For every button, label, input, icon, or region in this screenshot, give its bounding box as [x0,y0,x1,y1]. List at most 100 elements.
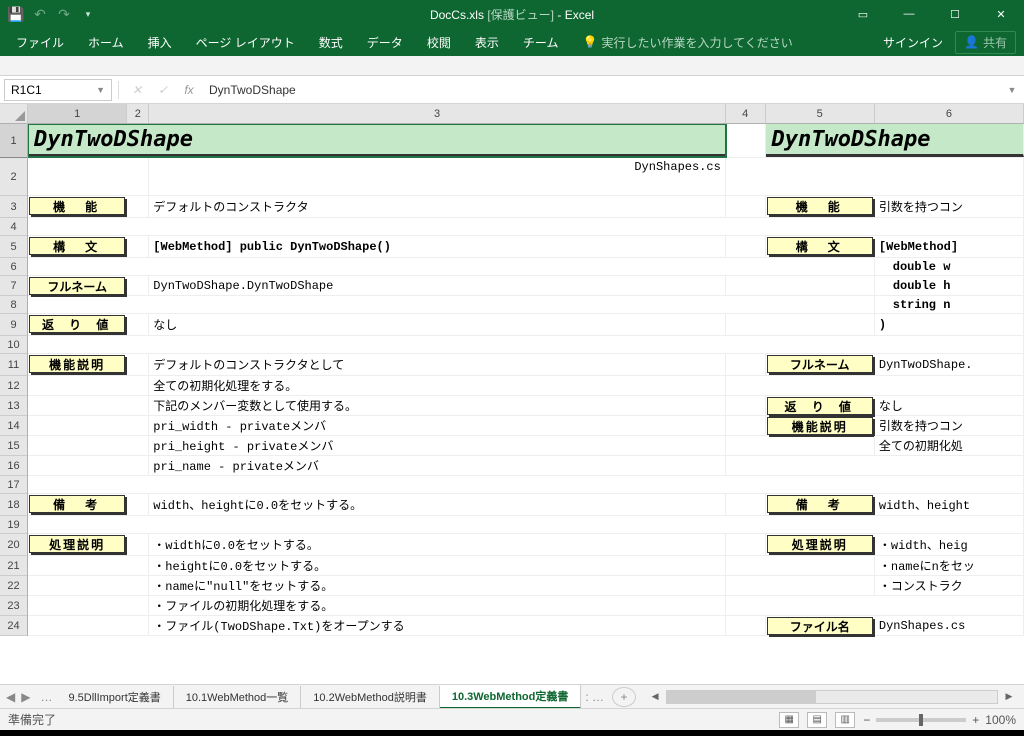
col-header-6[interactable]: 6 [875,104,1024,123]
cell-C20[interactable]: ・widthに0.0をセットする。 [149,534,725,555]
cell-F20[interactable]: ・width、heig [875,534,1024,555]
signin-link[interactable]: サインイン [883,34,943,51]
row-header-4[interactable]: 4 [0,218,27,236]
cell-A2[interactable] [28,158,149,195]
cell-F21[interactable]: ・nameにnをセッ [875,556,1024,575]
row-header-5[interactable]: 5 [0,236,27,258]
tab-layout[interactable]: ページ レイアウト [184,28,307,56]
cell-E3[interactable]: 機 能 [767,197,873,215]
cell-A11[interactable]: 機能説明 [29,355,125,373]
cell-E1[interactable]: DynTwoDShape [766,124,1024,157]
row-header-7[interactable]: 7 [0,276,27,296]
tab-file[interactable]: ファイル [4,28,76,56]
horizontal-scrollbar[interactable]: ◀ ▶ [640,690,1024,704]
cell-F6[interactable]: double w [875,258,1024,275]
tab-data[interactable]: データ [355,28,415,56]
zoom-value[interactable]: 100% [985,713,1016,727]
cell-E14[interactable]: 機能説明 [767,417,873,435]
cell-C14[interactable]: pri_width - privateメンバ [149,416,725,435]
cell-F5[interactable]: [WebMethod] [875,236,1024,257]
row-header-2[interactable]: 2 [0,158,27,196]
cell-C9[interactable]: なし [149,314,725,335]
row-header-23[interactable]: 23 [0,596,27,616]
row-header-14[interactable]: 14 [0,416,27,436]
cell-F10[interactable]: DynTwoDShape. [875,354,1024,375]
cell-A18[interactable]: 備 考 [29,495,125,513]
cell-E5[interactable]: 構 文 [767,237,873,255]
sheet-nav-more-right-icon[interactable]: : … [581,690,608,704]
select-all-corner[interactable] [0,104,28,124]
cell-F7[interactable]: double h [875,276,1024,295]
row-header-22[interactable]: 22 [0,576,27,596]
hscroll-right-icon[interactable]: ▶ [1002,690,1016,704]
cell-F22[interactable]: ・コンストラク [875,576,1024,595]
col-header-3[interactable]: 3 [149,104,726,123]
cell-C22[interactable]: ・nameに"null"をセットする。 [149,576,725,595]
formula-input[interactable]: DynTwoDShape [203,83,1002,97]
col-header-2[interactable]: 2 [127,104,149,123]
sheet-nav-prev-icon[interactable]: ◀ [6,690,15,704]
row-header-19[interactable]: 19 [0,516,27,534]
undo-icon[interactable]: ↶ [32,6,48,22]
cell-E18[interactable]: 備 考 [767,495,873,513]
row-header-1[interactable]: 1 [0,124,27,158]
sheet-tab-1[interactable]: 9.5DllImport定義書 [56,686,173,708]
name-box[interactable]: R1C1 ▼ [4,79,112,101]
cell-A1[interactable]: DynTwoDShape [28,124,726,157]
cell-F8[interactable]: string n [875,296,1024,313]
cell-A5[interactable]: 構 文 [29,237,125,255]
hscroll-left-icon[interactable]: ◀ [648,690,662,704]
col-header-5[interactable]: 5 [766,104,875,123]
row-header-15[interactable]: 15 [0,436,27,456]
cell-C16[interactable]: pri_name - privateメンバ [149,456,725,475]
cell-C7[interactable]: DynTwoDShape.DynTwoDShape [149,276,725,295]
close-button[interactable]: ✕ [978,0,1024,28]
cell-F24[interactable]: DynShapes.cs [875,616,1024,635]
cell-E20[interactable]: 処理説明 [767,535,873,553]
tab-review[interactable]: 校閲 [415,28,463,56]
row-header-21[interactable]: 21 [0,556,27,576]
row-header-17[interactable]: 17 [0,476,27,494]
cell-C13[interactable]: 下記のメンバー変数として使用する。 [149,396,725,415]
cell-C24[interactable]: ・ファイル(TwoDShape.Txt)をオープンする [149,616,725,635]
cell-E24[interactable]: ファイル名 [767,617,873,635]
tab-formula[interactable]: 数式 [307,28,355,56]
add-sheet-button[interactable]: + [612,687,636,707]
zoom-slider[interactable] [876,718,966,722]
tell-me-box[interactable]: 💡 実行したい作業を入力してください [570,28,804,56]
cells-area[interactable]: DynTwoDShape DynTwoDShape DynShapes.cs 機… [28,124,1024,684]
sheet-tab-2[interactable]: 10.1WebMethod一覧 [174,686,302,708]
cell-C18[interactable]: width、heightに0.0をセットする。 [149,494,725,515]
cell-E12[interactable]: 返 り 値 [767,397,873,415]
sheet-tab-4[interactable]: 10.3WebMethod定義書 [440,685,582,709]
view-page-break-icon[interactable]: ▥ [835,712,855,728]
save-icon[interactable]: 💾 [8,6,24,22]
zoom-out-button[interactable]: − [863,713,870,727]
cell-C5[interactable]: [WebMethod] public DynTwoDShape() [149,236,725,257]
row-header-9[interactable]: 9 [0,314,27,336]
row-header-13[interactable]: 13 [0,396,27,416]
cell-C11[interactable]: デフォルトのコンストラクタとして [149,354,725,375]
cell-F12[interactable]: なし [875,396,1024,415]
tab-home[interactable]: ホーム [76,28,136,56]
cell-D1[interactable] [726,124,766,157]
formula-expand-icon[interactable]: ▼ [1004,85,1020,95]
minimize-button[interactable]: — [886,0,932,28]
cell-D2[interactable] [726,158,1024,195]
cell-A20[interactable]: 処理説明 [29,535,125,553]
enter-icon[interactable]: ✓ [151,80,175,100]
cell-C12[interactable]: 全ての初期化処理をする。 [149,376,725,395]
redo-icon[interactable]: ↷ [56,6,72,22]
cell-C23[interactable]: ・ファイルの初期化処理をする。 [149,596,725,615]
cell-C3[interactable]: デフォルトのコンストラクタ [149,196,725,217]
cell-A3[interactable]: 機 能 [29,197,125,215]
hscroll-track[interactable] [666,690,998,704]
sheet-tab-3[interactable]: 10.2WebMethod説明書 [301,686,440,708]
tab-team[interactable]: チーム [511,28,571,56]
fx-icon[interactable]: fx [177,80,201,100]
hscroll-thumb[interactable] [667,691,815,703]
cancel-icon[interactable]: ✕ [125,80,149,100]
tab-insert[interactable]: 挿入 [136,28,184,56]
share-button[interactable]: 👤 共有 [955,31,1016,54]
cell-E10[interactable]: フルネーム [767,355,873,373]
